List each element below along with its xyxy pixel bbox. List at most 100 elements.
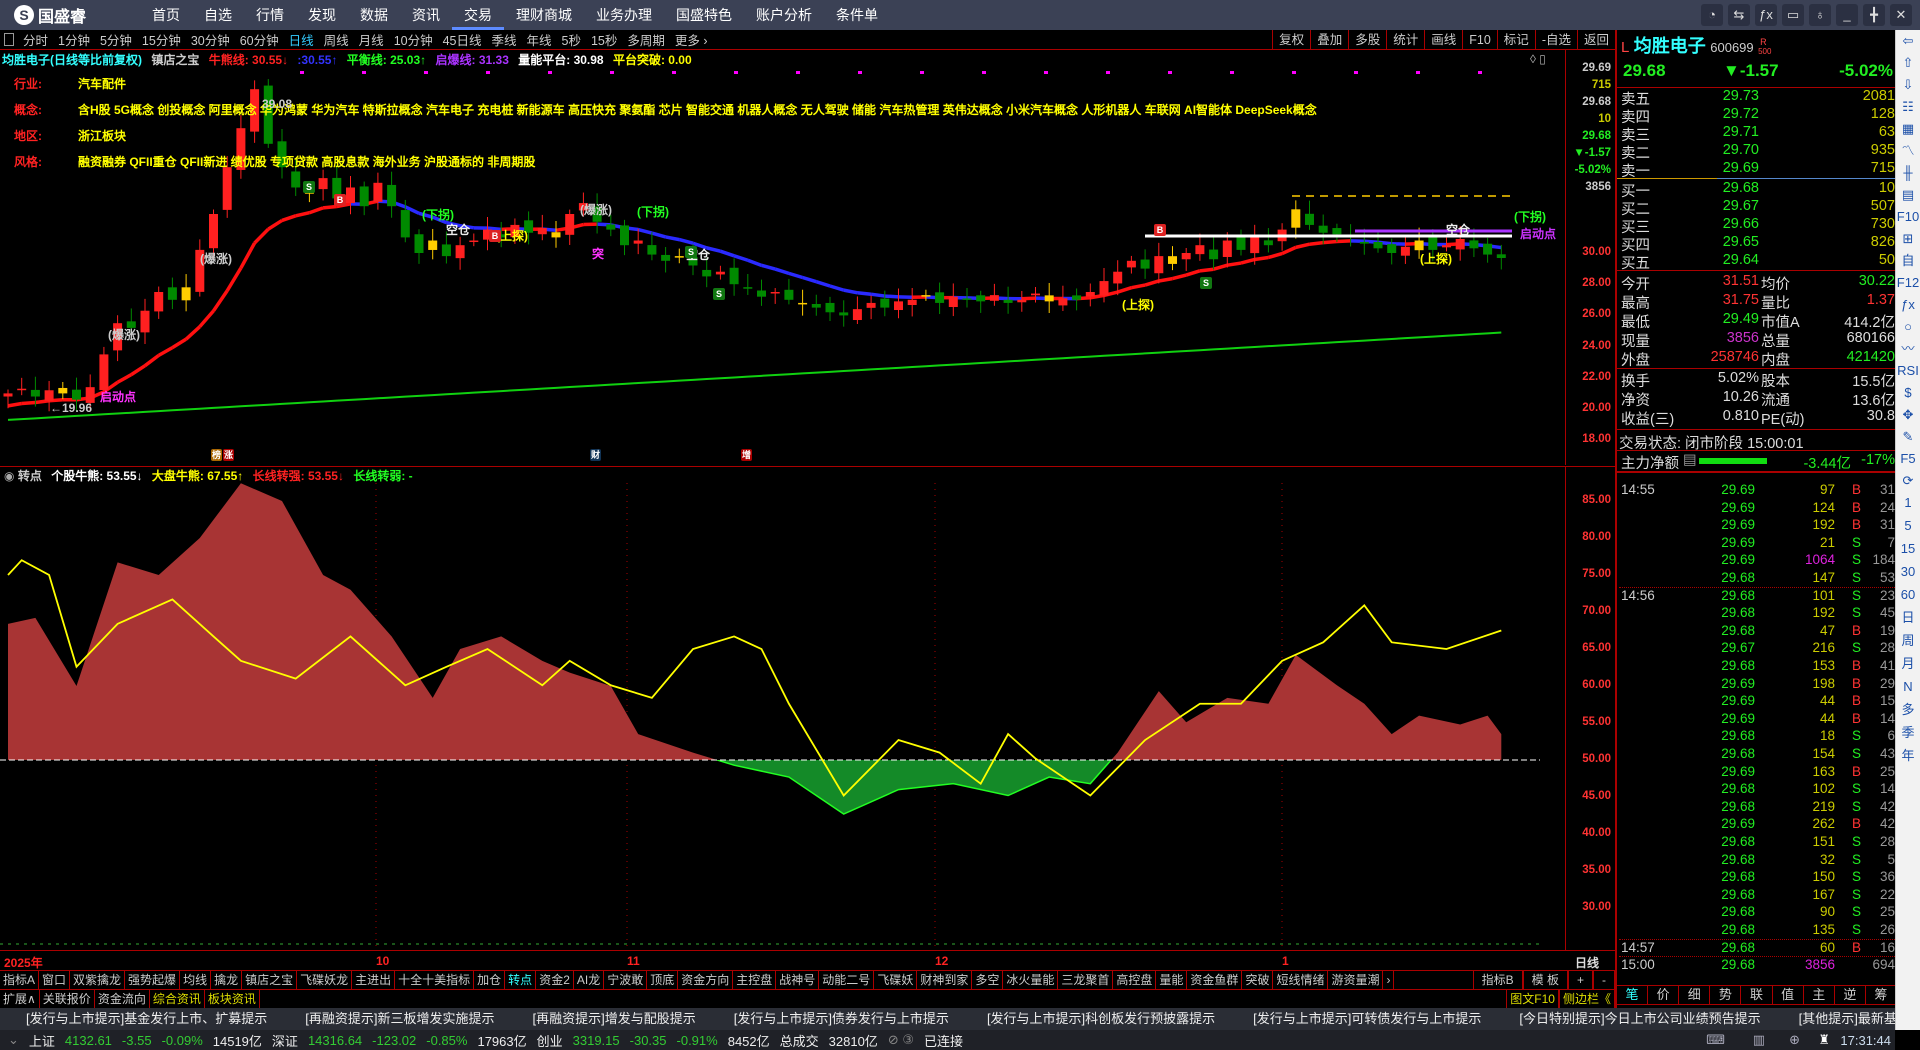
period-tab[interactable]: 日线 (284, 30, 319, 49)
indicator-tab[interactable]: 擒龙 (211, 971, 243, 989)
menu-item[interactable]: 资讯 (400, 0, 452, 30)
menu-item[interactable]: 交易 (452, 0, 504, 30)
sidebar-tool-icon[interactable]: ✥ (1896, 404, 1920, 426)
menu-item[interactable]: 首页 (140, 0, 192, 30)
quote-tab[interactable]: 逆 (1835, 986, 1866, 1004)
sidebar-tool-icon[interactable]: ⟳ (1896, 470, 1920, 492)
extension-tab[interactable]: 扩展∧ (0, 990, 40, 1008)
indicator-tab[interactable]: 多空 (972, 971, 1004, 989)
menu-item[interactable]: 行情 (244, 0, 296, 30)
quote-tab[interactable]: 联 (1741, 986, 1773, 1004)
tool-button[interactable]: 返回 (1576, 30, 1615, 50)
indicator-tab[interactable]: 资金方向 (678, 971, 734, 989)
sidebar-tool-icon[interactable]: 多 (1896, 699, 1920, 722)
tool-button[interactable]: 叠加 (1310, 30, 1348, 50)
minimize-icon[interactable]: _ (1836, 4, 1858, 26)
tab-right[interactable]: 图文F10 (1506, 990, 1559, 1008)
sidebar-tool-icon[interactable]: ▤ (1896, 184, 1920, 206)
extension-tab[interactable]: 板块资讯 (205, 990, 260, 1008)
sidebar-tool-icon[interactable]: ○ (1896, 316, 1920, 338)
indicator-tab[interactable]: 资金鱼群 (1187, 971, 1243, 989)
sidebar-tool-icon[interactable]: 〰 (1896, 338, 1920, 360)
news-item[interactable]: [再融资提示]新三板增发实施提示 (305, 1008, 494, 1030)
keyboard-icon[interactable]: ⌨ (1706, 1032, 1725, 1048)
period-tab[interactable]: 多周期 (622, 30, 670, 49)
indicator-tab[interactable]: 突破 (1242, 971, 1274, 989)
sidebar-tool-icon[interactable]: 月 (1896, 653, 1920, 676)
indicator-tab[interactable]: 高控盘 (1113, 971, 1157, 989)
indicator-tab[interactable]: 战神号 (776, 971, 820, 989)
sidebar-tool-icon[interactable]: ⇩ (1896, 74, 1920, 96)
indicator-tab[interactable]: AI龙 (574, 971, 605, 989)
tab-right[interactable]: + (1567, 971, 1593, 989)
sidebar-tool-icon[interactable]: 季 (1896, 722, 1920, 745)
sidebar-tool-icon[interactable]: ⇦ (1896, 30, 1920, 52)
tool-button[interactable]: F10 (1462, 30, 1497, 50)
menu-item[interactable]: 理财商城 (504, 0, 584, 30)
tab-right[interactable]: 模 板 (1522, 971, 1568, 989)
indicator-tab[interactable]: 主进出 (352, 971, 396, 989)
candle-icon[interactable]: ▥ (1753, 1032, 1765, 1048)
period-tab[interactable]: 15秒 (586, 30, 622, 49)
sidebar-tool-icon[interactable]: RSI (1896, 360, 1920, 382)
quote-tab[interactable]: 价 (1648, 986, 1680, 1004)
indicator-tab[interactable]: 冰火量能 (1003, 971, 1059, 989)
tool-button[interactable]: 多股 (1348, 30, 1386, 50)
list-icon[interactable]: ▤ (1683, 452, 1697, 468)
sidebar-tool-icon[interactable]: $ (1896, 382, 1920, 404)
period-tab[interactable]: 5秒 (557, 30, 586, 49)
tab-right[interactable]: - (1593, 971, 1615, 989)
period-tab[interactable]: 分时 (18, 30, 53, 49)
indicator-tab[interactable]: 财神到家 (917, 971, 973, 989)
sidebar-tool-icon[interactable]: 5 (1896, 515, 1920, 538)
menu-item[interactable]: 数据 (348, 0, 400, 30)
news-item[interactable]: [发行与上市提示]基金发行上市、扩募提示 (26, 1008, 267, 1030)
chart-options-icon[interactable]: ◊ ▯ (1530, 52, 1546, 66)
sidebar-tool-icon[interactable]: 日 (1896, 607, 1920, 630)
sidebar-tool-icon[interactable]: 周 (1896, 630, 1920, 653)
sidebar-tool-icon[interactable]: 自 (1896, 250, 1920, 272)
indicator-tab[interactable]: 宁波敢 (604, 971, 648, 989)
shirt-icon[interactable]: ♁ (1809, 4, 1831, 26)
tool-button[interactable]: 统计 (1386, 30, 1424, 50)
extension-tab[interactable]: 资金流向 (95, 990, 150, 1008)
period-tab[interactable]: 1分钟 (53, 30, 95, 49)
period-tab[interactable]: 更多 › (670, 30, 713, 49)
indicator-chart[interactable] (0, 483, 1565, 950)
cy-index-label[interactable]: 创业 (537, 1031, 563, 1050)
quote-tab[interactable]: 值 (1773, 986, 1804, 1004)
indicator-tab[interactable]: 三龙聚首 (1058, 971, 1114, 989)
indicator-menu-icon[interactable]: ◉ (4, 469, 14, 483)
period-tab[interactable]: 60分钟 (235, 30, 284, 49)
sidebar-tool-icon[interactable]: 〽 (1896, 140, 1920, 162)
menu-item[interactable]: 自选 (192, 0, 244, 30)
tool-button[interactable]: 画线 (1424, 30, 1462, 50)
period-tab[interactable]: 5分钟 (95, 30, 137, 49)
sidebar-tool-icon[interactable]: 15 (1896, 538, 1920, 561)
sh-index-label[interactable]: 上证 (29, 1031, 55, 1050)
indicator-tab[interactable]: 飞碟妖龙 (297, 971, 353, 989)
quote-tab[interactable]: 主 (1804, 986, 1835, 1004)
monitor-icon[interactable]: ▭ (1782, 4, 1804, 26)
period-tab[interactable]: 周线 (319, 30, 354, 49)
indicator-tab[interactable]: 动能二号 (819, 971, 875, 989)
indicator-tab[interactable]: › (1383, 971, 1395, 989)
news-item[interactable]: [发行与上市提示]可转债发行与上市提示 (1253, 1008, 1481, 1030)
news-item[interactable]: [今日特别提示]今日上市公司业绩预告提示 (1519, 1008, 1760, 1030)
sidebar-tool-icon[interactable]: ⊞ (1896, 228, 1920, 250)
tool-button[interactable]: -自选 (1534, 30, 1577, 50)
sidebar-tool-icon[interactable]: ✎ (1896, 426, 1920, 448)
indicator-tab[interactable]: 顶底 (647, 971, 679, 989)
indicator-tab[interactable]: 转点 (505, 971, 537, 989)
extension-tab[interactable]: 关联报价 (40, 990, 95, 1008)
period-tab[interactable]: 季线 (487, 30, 522, 49)
indicator-tab[interactable]: 强势起爆 (125, 971, 181, 989)
indicator-tab[interactable]: 短线情绪 (1273, 971, 1329, 989)
formula-icon[interactable]: ƒx (1755, 4, 1777, 26)
menu-item[interactable]: 发现 (296, 0, 348, 30)
indicator-tab[interactable]: 资金2 (536, 971, 574, 989)
indicator-select[interactable]: 镇店之宝 (151, 53, 199, 67)
chat-icon[interactable]: ◔ (1701, 4, 1723, 26)
menu-item[interactable]: 条件单 (824, 0, 890, 30)
panel-toggle-icon[interactable] (4, 33, 14, 46)
